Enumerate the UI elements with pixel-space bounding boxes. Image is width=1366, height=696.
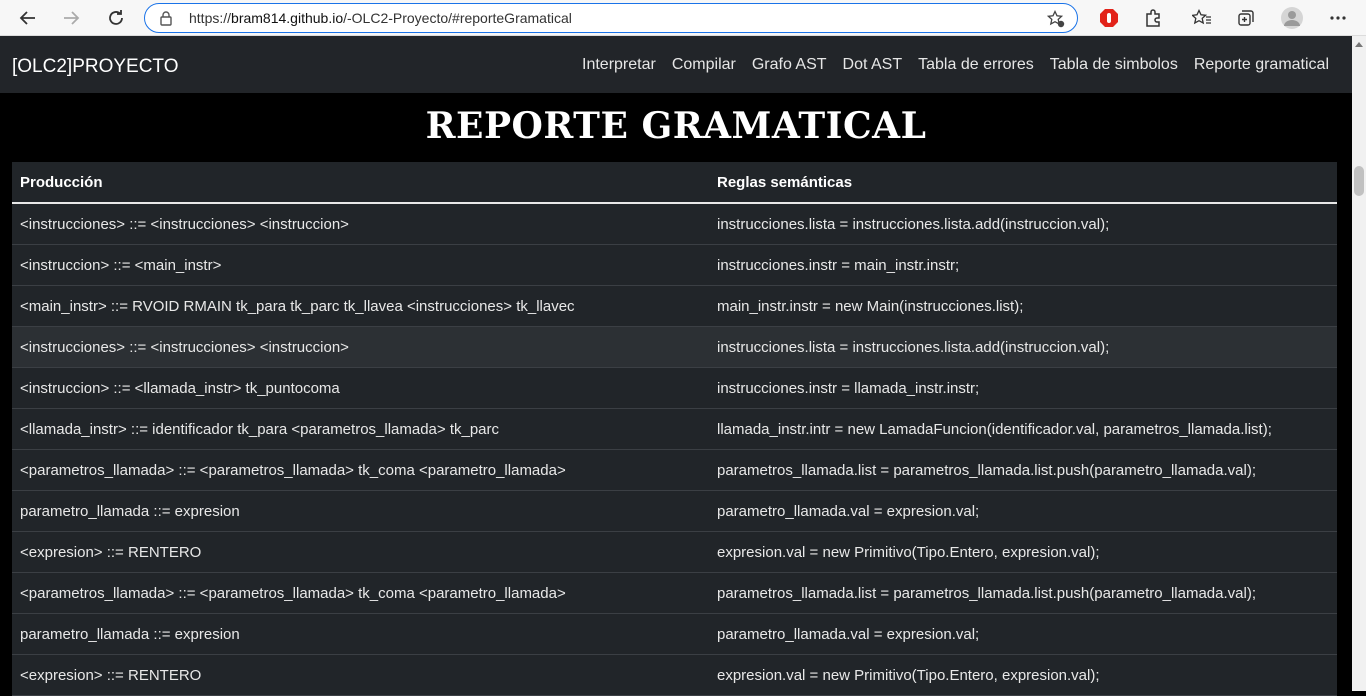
header-reglas-semanticas: Reglas semánticas xyxy=(708,162,1337,204)
cell-regla: parametro_llamada.val = expresion.val; xyxy=(708,490,1337,532)
cell-regla: instrucciones.instr = llamada_instr.inst… xyxy=(708,367,1337,409)
cell-regla: parametros_llamada.list = parametros_lla… xyxy=(708,572,1337,614)
table-row: <expresion> ::= RENTERO expresion.val = n… xyxy=(12,531,1337,573)
lock-icon xyxy=(160,11,172,26)
table-row: <parametros_llamada> ::= <parametros_lla… xyxy=(12,572,1337,614)
cell-produccion: <expresion> ::= RENTERO xyxy=(12,654,708,696)
collections-button[interactable] xyxy=(1232,4,1260,32)
scrollbar-thumb[interactable] xyxy=(1354,166,1364,196)
site-brand[interactable]: [OLC2]PROYECTO xyxy=(12,56,178,78)
table-row: <instruccion> ::= <llamada_instr> tk_pun… xyxy=(12,367,1337,409)
nav-link-tabla-simbolos[interactable]: Tabla de simbolos xyxy=(1050,56,1178,74)
header-produccion: Producción xyxy=(12,162,708,204)
collections-icon xyxy=(1238,10,1254,26)
nav-link-tabla-errores[interactable]: Tabla de errores xyxy=(918,56,1034,74)
cell-produccion: <parametros_llamada> ::= <parametros_lla… xyxy=(12,572,708,614)
cell-produccion: <instruccion> ::= <main_instr> xyxy=(12,244,708,286)
cell-produccion: <parametros_llamada> ::= <parametros_lla… xyxy=(12,449,708,491)
cell-regla: instrucciones.instr = main_instr.instr; xyxy=(708,244,1337,286)
reload-button[interactable] xyxy=(102,4,130,32)
favorites-button[interactable] xyxy=(1188,4,1216,32)
table-header-row: Producción Reglas semánticas xyxy=(12,162,1337,204)
cell-produccion: <instrucciones> ::= <instrucciones> <ins… xyxy=(12,203,708,245)
cell-produccion: parametro_llamada ::= expresion xyxy=(12,490,708,532)
reload-icon xyxy=(109,10,123,25)
cell-regla: expresion.val = new Primitivo(Tipo.Enter… xyxy=(708,531,1337,573)
cell-regla: expresion.val = new Primitivo(Tipo.Enter… xyxy=(708,654,1337,696)
cell-regla: instrucciones.lista = instrucciones.list… xyxy=(708,326,1337,368)
cell-produccion: <expresion> ::= RENTERO xyxy=(12,531,708,573)
avatar-icon xyxy=(1281,7,1303,29)
table-row: <instruccion> ::= <main_instr> instruccio… xyxy=(12,244,1337,286)
adblock-icon xyxy=(1100,9,1118,27)
nav-link-grafo-ast[interactable]: Grafo AST xyxy=(752,56,827,74)
grammar-report-table: Producción Reglas semánticas <instruccio… xyxy=(12,162,1337,696)
back-button[interactable] xyxy=(14,4,42,32)
cell-produccion: <instruccion> ::= <llamada_instr> tk_pun… xyxy=(12,367,708,409)
cell-regla: parametro_llamada.val = expresion.val; xyxy=(708,613,1337,655)
extensions-button[interactable] xyxy=(1139,4,1167,32)
table-row-hovered: <instrucciones> ::= <instrucciones> <ins… xyxy=(12,326,1337,368)
table-row: <expresion> ::= RENTERO expresion.val = n… xyxy=(12,654,1337,696)
favorite-add-icon[interactable] xyxy=(1047,10,1065,28)
table-row: parametro_llamada ::= expresion parametro… xyxy=(12,490,1337,532)
site-navbar: [OLC2]PROYECTO Interpretar Compilar Graf… xyxy=(0,36,1366,93)
url-text: https://bram814.github.io/-OLC2-Proyecto… xyxy=(189,10,572,26)
page-title: REPORTE GRAMATICAL xyxy=(425,105,927,147)
cell-produccion: <llamada_instr> ::= identificador tk_par… xyxy=(12,408,708,450)
settings-more-button[interactable] xyxy=(1324,4,1352,32)
url-path: /-OLC2-Proyecto/#reporteGramatical xyxy=(343,10,572,26)
page-scrollbar[interactable] xyxy=(1352,36,1366,691)
cell-regla: main_instr.instr = new Main(instruccione… xyxy=(708,285,1337,327)
nav-link-compilar[interactable]: Compilar xyxy=(672,56,736,74)
forward-arrow-icon xyxy=(64,11,80,25)
table-row: parametro_llamada ::= expresion parametro… xyxy=(12,613,1337,655)
url-host: bram814.github.io xyxy=(231,10,344,26)
table-row: <parametros_llamada> ::= <parametros_lla… xyxy=(12,449,1337,491)
cell-regla: llamada_instr.intr = new LamadaFuncion(i… xyxy=(708,408,1337,450)
nav-link-dot-ast[interactable]: Dot AST xyxy=(843,56,903,74)
forward-button[interactable] xyxy=(57,4,85,32)
scroll-up-arrow-icon[interactable] xyxy=(1355,42,1363,47)
cell-produccion: parametro_llamada ::= expresion xyxy=(12,613,708,655)
cell-regla: instrucciones.lista = instrucciones.list… xyxy=(708,203,1337,245)
extension-adblock-button[interactable] xyxy=(1095,4,1123,32)
nav-link-interpretar[interactable]: Interpretar xyxy=(582,56,656,74)
cell-produccion: <main_instr> ::= RVOID RMAIN tk_para tk_… xyxy=(12,285,708,327)
favorites-star-icon xyxy=(1192,9,1211,25)
cell-regla: parametros_llamada.list = parametros_lla… xyxy=(708,449,1337,491)
cell-produccion: <instrucciones> ::= <instrucciones> <ins… xyxy=(12,326,708,368)
nav-links: Interpretar Compilar Grafo AST Dot AST T… xyxy=(566,56,1329,74)
table-row: <instrucciones> ::= <instrucciones> <ins… xyxy=(12,203,1337,245)
grammar-report-table-container: Producción Reglas semánticas <instruccio… xyxy=(12,162,1337,696)
browser-toolbar: https://bram814.github.io/-OLC2-Proyecto… xyxy=(0,0,1366,36)
nav-link-reporte-gramatical[interactable]: Reporte gramatical xyxy=(1194,56,1329,74)
puzzle-icon xyxy=(1146,9,1160,27)
profile-button[interactable] xyxy=(1278,4,1306,32)
more-dots-icon xyxy=(1330,16,1346,20)
address-bar[interactable]: https://bram814.github.io/-OLC2-Proyecto… xyxy=(144,3,1078,33)
url-prefix: https:// xyxy=(189,10,232,26)
table-row: <main_instr> ::= RVOID RMAIN tk_para tk_… xyxy=(12,285,1337,327)
back-arrow-icon xyxy=(19,11,35,25)
table-row: <llamada_instr> ::= identificador tk_par… xyxy=(12,408,1337,450)
